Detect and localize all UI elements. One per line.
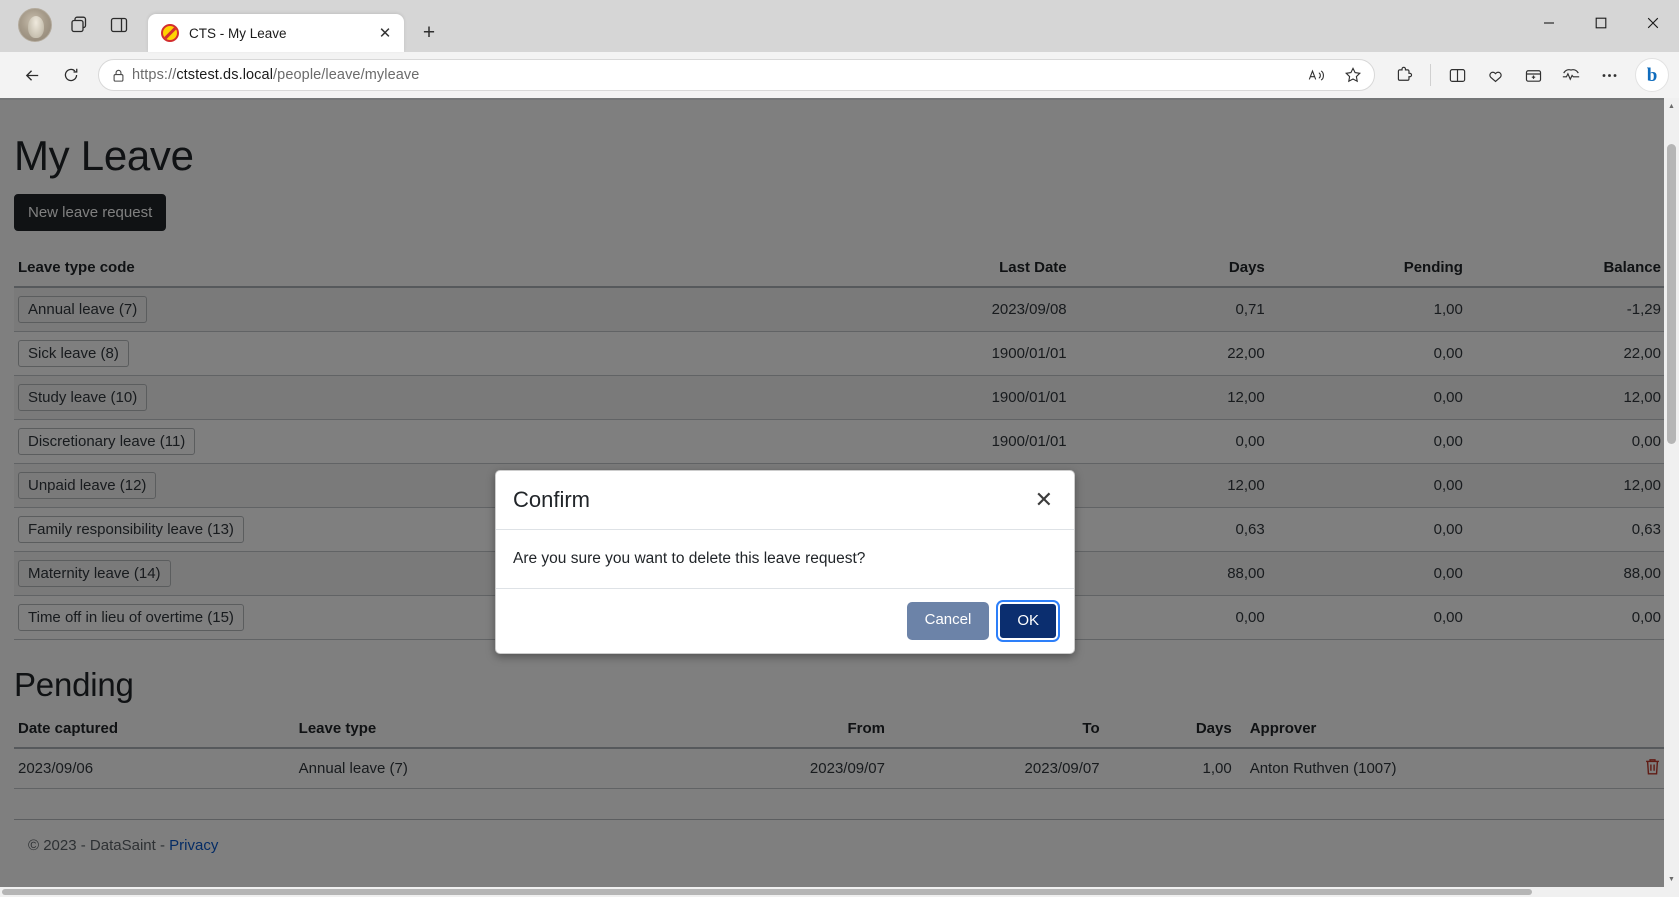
split-screen-icon[interactable] — [1439, 59, 1475, 91]
collections-icon[interactable] — [1477, 59, 1513, 91]
cts-blocked-favicon — [161, 24, 179, 42]
browser-window: CTS - My Leave ✕ + https://ctstest.ds.lo… — [0, 0, 1679, 897]
favorite-star-icon[interactable] — [1338, 61, 1368, 89]
refresh-icon[interactable] — [53, 59, 89, 91]
hscroll-thumb[interactable] — [2, 889, 1532, 895]
dialog-header: Confirm ✕ — [496, 471, 1074, 530]
maximize-button[interactable] — [1575, 0, 1627, 46]
web-page: CTS Management Quotes Enquiry Reports — [0, 98, 1679, 897]
horizontal-scrollbar[interactable] — [0, 887, 1679, 897]
dialog-footer: Cancel OK — [496, 588, 1074, 653]
url-text: https://ctstest.ds.local/people/leave/my… — [132, 67, 420, 83]
cancel-button[interactable]: Cancel — [906, 602, 990, 640]
browser-tab[interactable]: CTS - My Leave ✕ — [148, 14, 404, 52]
sidebar-toggle-icon[interactable] — [100, 7, 138, 43]
titlebar-left-controls — [8, 0, 138, 52]
scroll-down-arrow[interactable]: ▼ — [1664, 871, 1679, 887]
copilot-glyph: b — [1646, 64, 1658, 86]
dialog-title: Confirm — [513, 487, 591, 512]
scroll-thumb[interactable] — [1667, 144, 1676, 444]
confirm-dialog: Confirm ✕ Are you sure you want to delet… — [495, 470, 1075, 654]
close-icon[interactable]: ✕ — [1031, 489, 1057, 511]
copilot-icon[interactable]: b — [1635, 58, 1669, 92]
close-window-button[interactable] — [1627, 0, 1679, 46]
new-tab-button[interactable]: + — [412, 16, 446, 50]
dialog-message: Are you sure you want to delete this lea… — [513, 550, 866, 567]
address-bar[interactable]: https://ctstest.ds.local/people/leave/my… — [98, 59, 1375, 91]
toolbar-right-icons: b — [1386, 58, 1669, 92]
lock-icon — [111, 68, 126, 83]
window-controls — [1523, 0, 1679, 46]
profile-avatar[interactable] — [18, 7, 52, 42]
toolbar-divider — [1430, 64, 1431, 86]
extensions-icon[interactable] — [1386, 59, 1422, 91]
ok-button[interactable]: OK — [998, 602, 1058, 640]
settings-more-icon[interactable] — [1591, 59, 1627, 91]
add-to-favorites-icon[interactable] — [1515, 59, 1551, 91]
browser-toolbar: https://ctstest.ds.local/people/leave/my… — [0, 52, 1679, 98]
tab-title: CTS - My Leave — [189, 25, 287, 41]
read-aloud-icon[interactable] — [1302, 61, 1332, 89]
vertical-scrollbar[interactable]: ▲ ▼ — [1664, 98, 1679, 897]
tab-actions-icon[interactable] — [60, 7, 98, 43]
close-icon[interactable]: ✕ — [372, 20, 398, 46]
minimize-button[interactable] — [1523, 0, 1575, 46]
browser-essentials-icon[interactable] — [1553, 59, 1589, 91]
browser-titlebar: CTS - My Leave ✕ + — [0, 0, 1679, 52]
scroll-up-arrow[interactable]: ▲ — [1664, 98, 1679, 114]
back-icon[interactable] — [14, 59, 50, 91]
page-viewport: CTS Management Quotes Enquiry Reports — [0, 98, 1679, 897]
